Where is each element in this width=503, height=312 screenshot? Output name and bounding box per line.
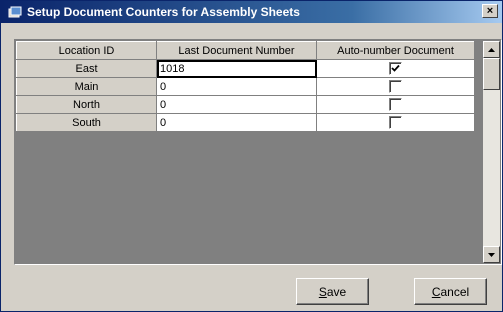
- dialog-window: Setup Document Counters for Assembly She…: [0, 0, 503, 312]
- auto-number-cell: [316, 77, 475, 96]
- column-header-auto-number-document[interactable]: Auto-number Document: [316, 41, 475, 60]
- auto-number-checkbox[interactable]: [389, 80, 402, 93]
- table-row[interactable]: South 0: [16, 113, 475, 132]
- cancel-mnemonic: C: [431, 284, 441, 299]
- save-mnemonic: S: [318, 284, 327, 299]
- table-row[interactable]: North 0: [16, 95, 475, 114]
- arrow-down-icon: [488, 252, 495, 257]
- close-icon: ×: [486, 4, 494, 17]
- last-document-number-cell[interactable]: 0: [156, 77, 317, 96]
- column-header-last-document-number[interactable]: Last Document Number: [156, 41, 317, 60]
- title-bar[interactable]: Setup Document Counters for Assembly She…: [1, 1, 502, 23]
- column-header-location-id[interactable]: Location ID: [16, 41, 157, 60]
- document-counters-grid: Location ID Last Document Number Auto-nu…: [14, 39, 502, 265]
- checkmark-icon: [391, 64, 400, 72]
- vertical-scrollbar[interactable]: [483, 41, 500, 263]
- location-id-cell[interactable]: Main: [16, 77, 157, 96]
- save-button[interactable]: Save: [296, 278, 369, 305]
- last-document-number-cell[interactable]: 1018: [156, 59, 317, 78]
- auto-number-checkbox[interactable]: [389, 116, 402, 129]
- auto-number-checkbox[interactable]: [389, 98, 402, 111]
- cancel-button[interactable]: Cancel: [414, 278, 487, 305]
- location-id-cell[interactable]: North: [16, 95, 157, 114]
- arrow-up-icon: [488, 47, 495, 52]
- auto-number-checkbox[interactable]: [389, 62, 402, 75]
- auto-number-cell: [316, 59, 475, 78]
- last-document-number-cell[interactable]: 0: [156, 113, 317, 132]
- close-button[interactable]: ×: [482, 4, 498, 18]
- save-label-rest: ave: [326, 284, 347, 299]
- scroll-up-button[interactable]: [483, 41, 500, 58]
- header-row: Location ID Last Document Number Auto-nu…: [16, 41, 475, 60]
- cancel-label-rest: ancel: [440, 284, 470, 299]
- table-row[interactable]: Main 0: [16, 77, 475, 96]
- auto-number-cell: [316, 95, 475, 114]
- table-row[interactable]: East 1018: [16, 59, 475, 78]
- scroll-thumb[interactable]: [483, 58, 500, 90]
- location-id-cell[interactable]: East: [16, 59, 157, 78]
- last-document-number-cell[interactable]: 0: [156, 95, 317, 114]
- scroll-down-button[interactable]: [483, 246, 500, 263]
- window-title: Setup Document Counters for Assembly She…: [27, 5, 300, 19]
- window-icon: [7, 4, 23, 20]
- location-id-cell[interactable]: South: [16, 113, 157, 132]
- counters-table: Location ID Last Document Number Auto-nu…: [16, 41, 475, 132]
- auto-number-cell: [316, 113, 475, 132]
- grid-viewport: Location ID Last Document Number Auto-nu…: [16, 41, 483, 263]
